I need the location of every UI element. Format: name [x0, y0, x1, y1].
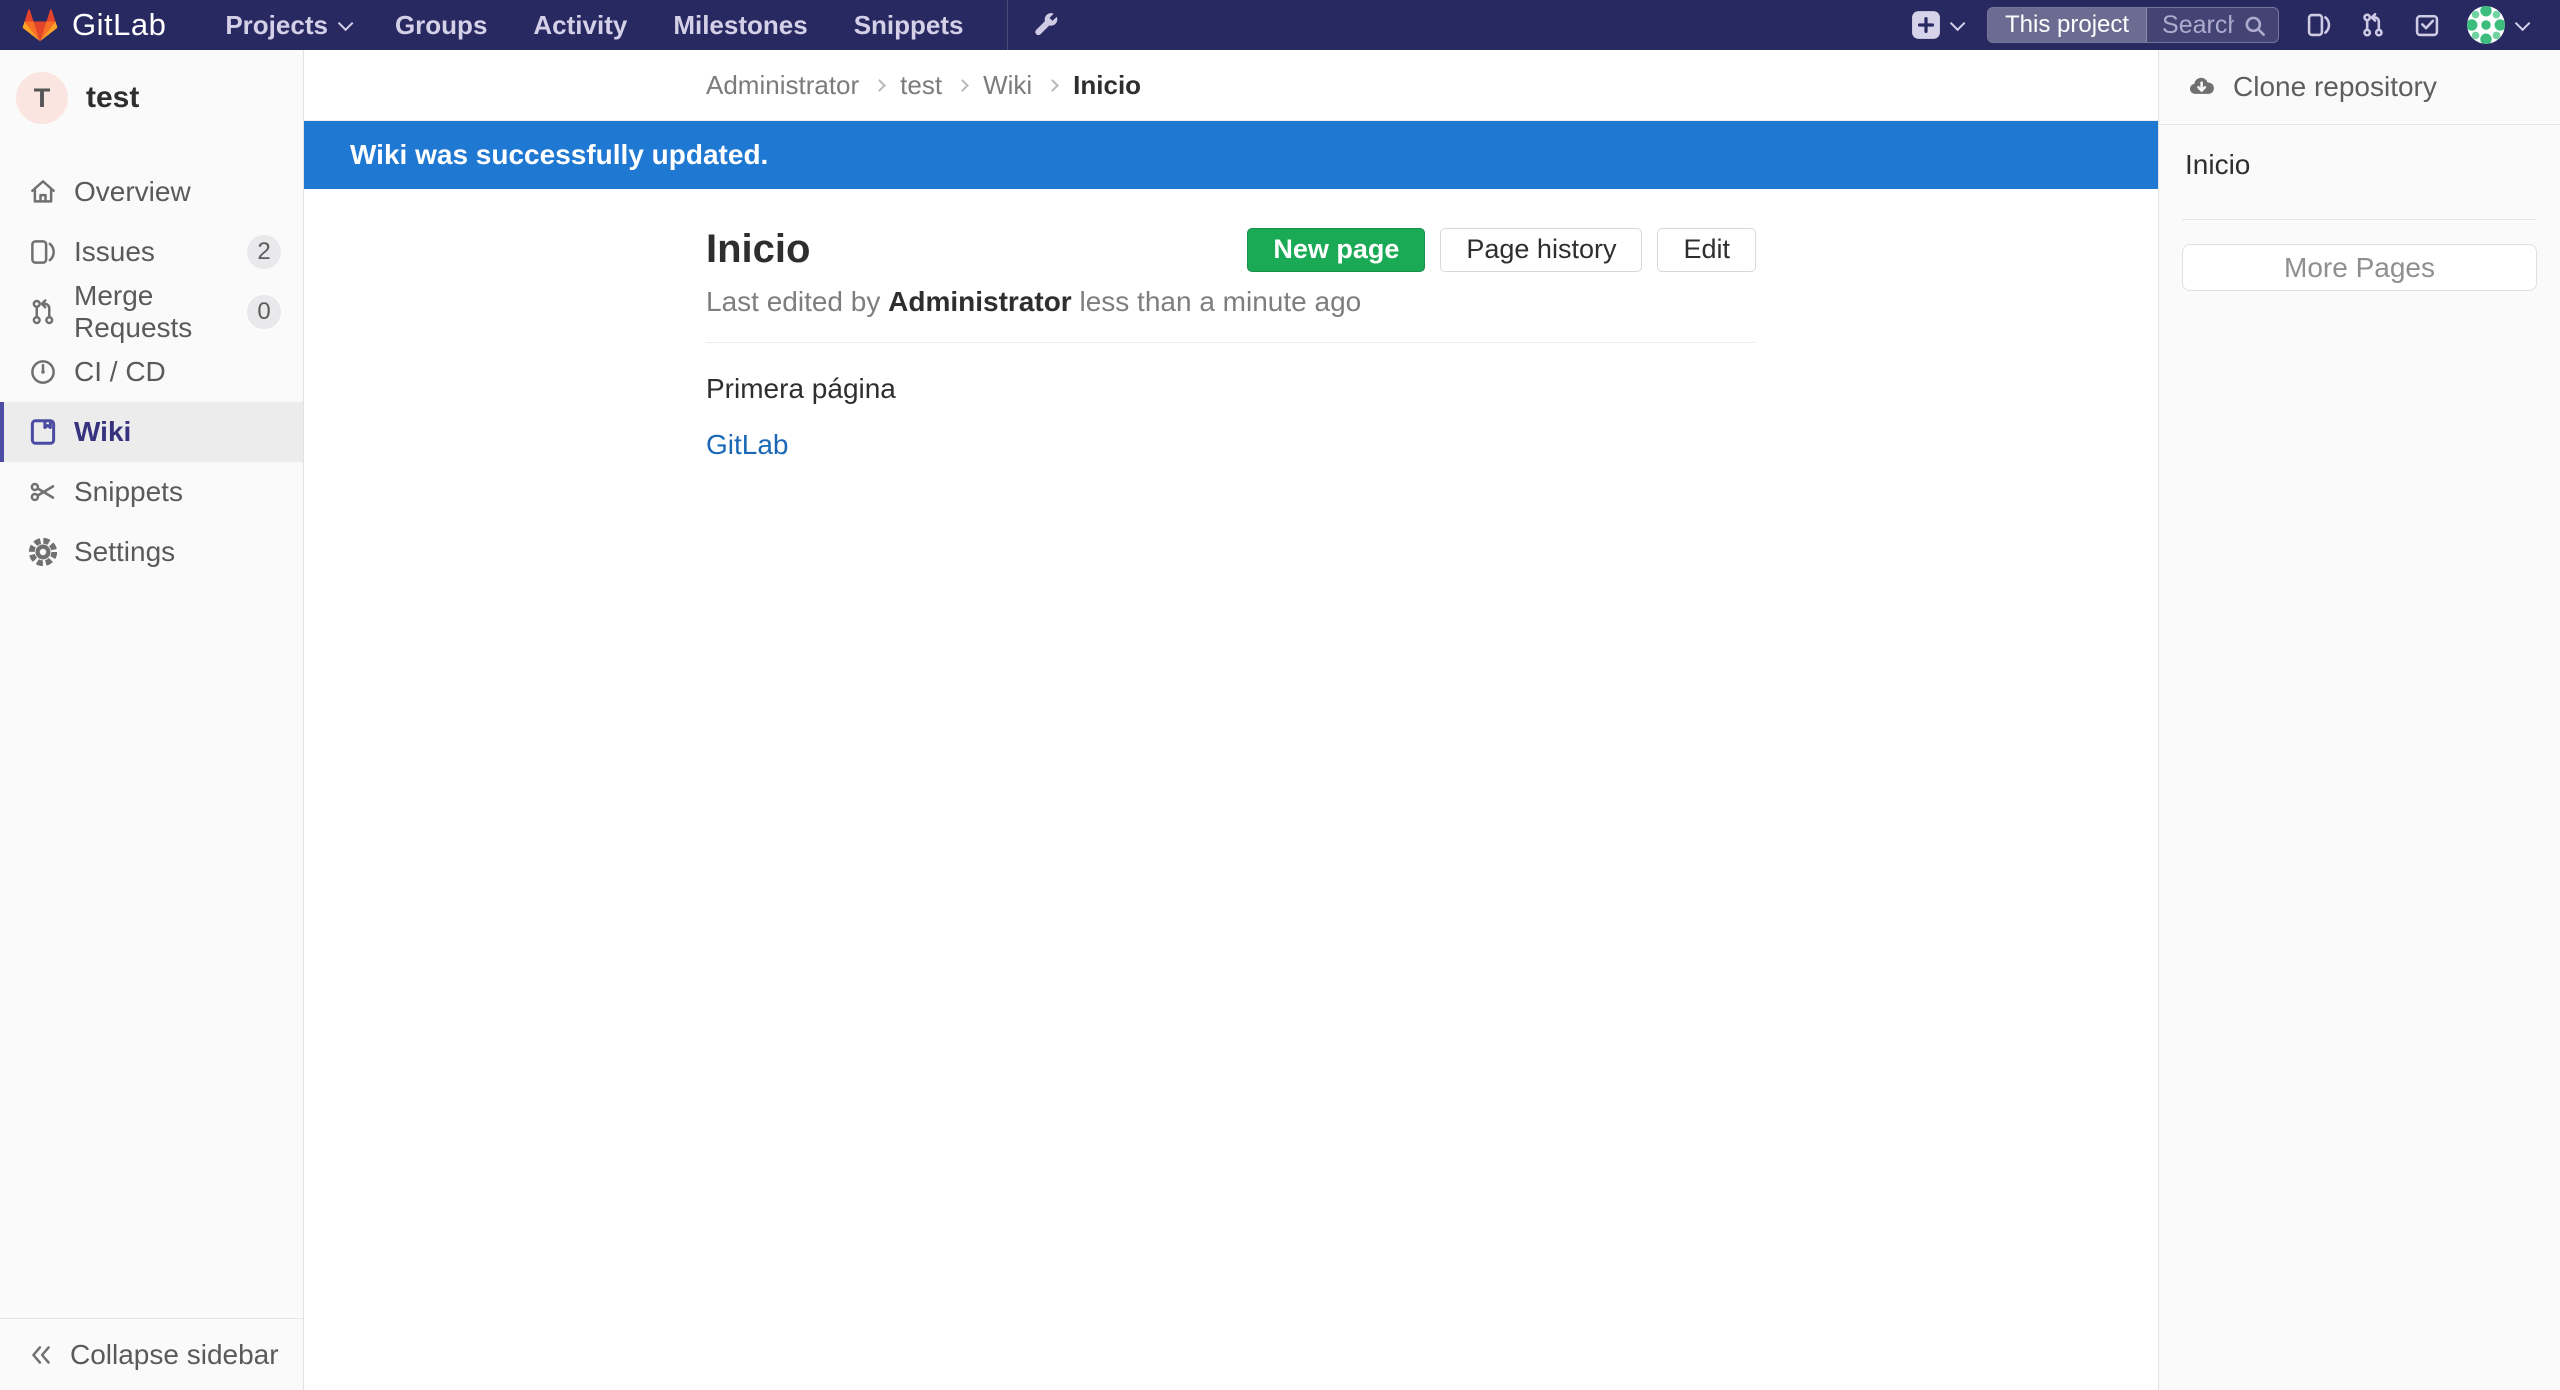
- todo-check-icon: [2413, 11, 2441, 39]
- sidebar-item-settings[interactable]: Settings: [0, 522, 303, 582]
- gitlab-logo[interactable]: GitLab: [22, 7, 166, 43]
- collapse-sidebar-label: Collapse sidebar: [70, 1339, 279, 1371]
- nav-item-projects[interactable]: Projects: [202, 0, 372, 50]
- user-avatar: [2467, 6, 2505, 44]
- wiki-sidebar: Clone repository Inicio More Pages: [2158, 50, 2560, 1390]
- nav-item-groups[interactable]: Groups: [372, 0, 510, 50]
- main-content: Administrator test Wiki Inicio Wiki was …: [304, 50, 2158, 1390]
- sidebar-item-label: Wiki: [74, 416, 131, 448]
- wiki-page-list-item[interactable]: Inicio: [2159, 125, 2560, 205]
- tanuki-icon: [22, 8, 58, 43]
- wiki-actions: New page Page history Edit: [1247, 228, 1756, 272]
- clone-repository-label: Clone repository: [2233, 71, 2437, 103]
- wiki-icon: [28, 417, 58, 447]
- more-pages-button[interactable]: More Pages: [2182, 244, 2537, 291]
- search-scope-badge[interactable]: This project: [1988, 8, 2147, 42]
- nav-item-milestones[interactable]: Milestones: [650, 0, 830, 50]
- new-menu-button[interactable]: [1911, 10, 1961, 40]
- user-menu-button[interactable]: [2467, 6, 2526, 44]
- sidebar-item-label: Settings: [74, 536, 175, 568]
- sidebar-item-merge-requests[interactable]: Merge Requests 0: [0, 282, 303, 342]
- wiki-content-link[interactable]: GitLab: [706, 429, 789, 461]
- project-nav: Overview Issues 2: [0, 162, 303, 582]
- issues-dashboard-button[interactable]: [2305, 11, 2333, 39]
- chevron-down-icon: [1950, 15, 1966, 31]
- sidebar-item-label: Snippets: [74, 476, 183, 508]
- chevron-down-icon: [338, 15, 354, 31]
- brand-text: GitLab: [72, 7, 166, 43]
- project-name: test: [86, 81, 139, 115]
- cloud-download-icon: [2185, 72, 2215, 102]
- gear-icon: [28, 537, 58, 567]
- flash-notice-text: Wiki was successfully updated.: [350, 139, 768, 171]
- search-box: This project: [1987, 7, 2279, 43]
- nav-item-snippets[interactable]: Snippets: [831, 0, 987, 50]
- sidebar-item-wiki[interactable]: Wiki: [0, 402, 303, 462]
- main-nav: Projects Groups Activity Milestones Snip…: [202, 0, 1069, 50]
- sidebar-item-issues[interactable]: Issues 2: [0, 222, 303, 282]
- breadcrumb: Administrator test Wiki Inicio: [304, 50, 2158, 121]
- sidebar-item-label: CI / CD: [74, 356, 166, 388]
- double-chevron-left-icon: [28, 1342, 54, 1368]
- top-navbar: GitLab Projects Groups Activity Mileston…: [0, 0, 2560, 50]
- breadcrumb-test[interactable]: test: [900, 70, 942, 101]
- last-edited-info: Last edited by Administrator less than a…: [706, 286, 1756, 318]
- home-icon: [28, 177, 58, 207]
- last-edited-author: Administrator: [888, 286, 1072, 317]
- project-avatar: T: [16, 72, 68, 124]
- divider: [706, 342, 1756, 343]
- todos-button[interactable]: [2413, 11, 2441, 39]
- wiki-content-text: Primera página: [706, 373, 1756, 405]
- scissors-icon: [28, 477, 58, 507]
- sidebar-item-label: Issues: [74, 236, 155, 268]
- nav-item-activity[interactable]: Activity: [510, 0, 650, 50]
- admin-area-button[interactable]: [1022, 0, 1070, 50]
- merge-requests-dashboard-button[interactable]: [2359, 11, 2387, 39]
- nav-divider: [1007, 0, 1008, 50]
- breadcrumb-wiki[interactable]: Wiki: [983, 70, 1032, 101]
- merge-request-icon: [2359, 11, 2387, 39]
- divider: [2182, 219, 2537, 220]
- breadcrumb-current-page: Inicio: [1073, 70, 1141, 101]
- wrench-icon: [1032, 11, 1060, 39]
- issues-count-badge: 2: [247, 235, 281, 269]
- search-icon: [2242, 13, 2268, 43]
- sidebar-item-overview[interactable]: Overview: [0, 162, 303, 222]
- chevron-right-icon: [873, 79, 886, 92]
- new-page-button[interactable]: New page: [1247, 228, 1425, 272]
- sidebar-item-label: Overview: [74, 176, 191, 208]
- breadcrumb-administrator[interactable]: Administrator: [706, 70, 859, 101]
- page-title: Inicio: [706, 227, 810, 272]
- sidebar-item-ci-cd[interactable]: CI / CD: [0, 342, 303, 402]
- plus-icon: [1911, 10, 1941, 40]
- clone-repository-button[interactable]: Clone repository: [2159, 50, 2560, 125]
- sidebar-item-snippets[interactable]: Snippets: [0, 462, 303, 522]
- edit-button[interactable]: Edit: [1657, 228, 1756, 272]
- issues-icon: [28, 237, 58, 267]
- project-header[interactable]: T test: [0, 50, 303, 144]
- flash-notice: Wiki was successfully updated.: [304, 121, 2158, 189]
- issues-icon: [2305, 11, 2333, 39]
- page-history-button[interactable]: Page history: [1440, 228, 1642, 272]
- wiki-page: Inicio New page Page history Edit Last e…: [706, 227, 1756, 461]
- chevron-right-icon: [1046, 79, 1059, 92]
- merge-request-icon: [28, 297, 58, 327]
- collapse-sidebar-button[interactable]: Collapse sidebar: [0, 1318, 303, 1390]
- gauge-icon: [28, 357, 58, 387]
- project-sidebar: T test Overview: [0, 50, 304, 1390]
- chevron-right-icon: [956, 79, 969, 92]
- merge-requests-count-badge: 0: [247, 295, 281, 329]
- chevron-down-icon: [2515, 15, 2531, 31]
- sidebar-item-label: Merge Requests: [74, 280, 247, 344]
